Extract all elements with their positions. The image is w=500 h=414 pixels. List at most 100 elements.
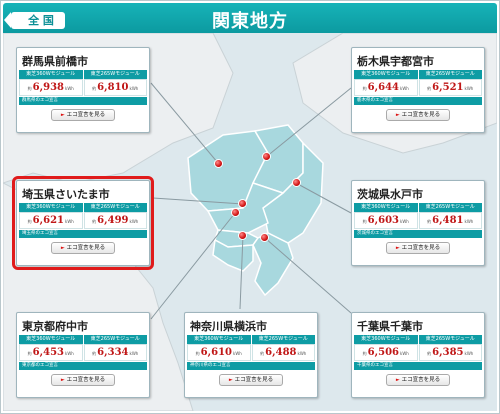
module-header-row: 東芝360Wモジュール 東芝265Wモジュール: [187, 335, 315, 344]
pin-utsunomiya[interactable]: [263, 153, 270, 160]
module-265-label: 東芝265Wモジュール: [83, 335, 147, 344]
page-title: 関東地方: [212, 11, 288, 32]
module-header-row: 東芝360Wモジュール 東芝265Wモジュール: [19, 70, 147, 79]
value-265-number: 6,521: [432, 82, 464, 93]
module-360-label: 東芝360Wモジュール: [354, 70, 418, 79]
pin-yokohama[interactable]: [239, 232, 246, 239]
pin-chiba[interactable]: [261, 234, 268, 241]
pin-saitama[interactable]: [239, 200, 246, 207]
value-prefix: 約: [362, 219, 367, 224]
value-360-number: 6,938: [32, 82, 64, 93]
view-eco-declaration-button[interactable]: ► エコ宣言を見る: [219, 374, 283, 386]
module-265-label: 東芝265Wモジュール: [418, 70, 482, 79]
city-card-yokohama: 神奈川県横浜市 東芝360Wモジュール 東芝265Wモジュール約 6,610 kWh 約 6…: [184, 312, 318, 398]
arrow-right-icon: ►: [395, 377, 400, 383]
generation-values-row: 約 6,644 kWh 約 6,521 kWh: [354, 79, 482, 96]
prefecture-eco-label: 千葉県のエコ宣言: [354, 362, 482, 370]
module-360-label: 東芝360Wモジュール: [187, 335, 251, 344]
pin-fuchu[interactable]: [232, 209, 239, 216]
value-unit: kWh: [464, 351, 474, 356]
value-360-number: 6,453: [32, 347, 64, 358]
value-265-number: 6,488: [265, 347, 297, 358]
button-label: エコ宣言を見る: [66, 112, 106, 118]
value-265-number: 6,481: [432, 215, 464, 226]
button-label: エコ宣言を見る: [401, 245, 441, 251]
value-265: 約 6,521 kWh: [418, 79, 482, 96]
value-prefix: 約: [27, 86, 32, 91]
value-265: 約 6,385 kWh: [418, 344, 482, 361]
value-360-number: 6,621: [32, 215, 64, 226]
value-360-number: 6,610: [200, 347, 232, 358]
chiba-region: [252, 232, 294, 297]
pin-maebashi[interactable]: [215, 160, 222, 167]
module-360-label: 東芝360Wモジュール: [19, 335, 83, 344]
button-label: エコ宣言を見る: [401, 112, 441, 118]
arrow-right-icon: ►: [60, 112, 65, 118]
module-265-label: 東芝265Wモジュール: [83, 70, 147, 79]
generation-values-row: 約 6,603 kWh 約 6,481 kWh: [354, 212, 482, 229]
module-360-label: 東芝360Wモジュール: [354, 335, 418, 344]
view-eco-declaration-button[interactable]: ► エコ宣言を見る: [386, 242, 450, 254]
module-360-label: 東芝360Wモジュール: [19, 70, 83, 79]
city-card-utsunomiya: 栃木県宇都宮市東芝360Wモジュール 東芝265Wモジュール約 6,644 kWh 約 6…: [351, 47, 485, 133]
generation-values-row: 約 6,453 kWh 約 6,334 kWh: [19, 344, 147, 361]
value-prefix: 約: [27, 219, 32, 224]
module-360-label: 東芝360Wモジュール: [354, 203, 418, 212]
pin-mito[interactable]: [293, 179, 300, 186]
generation-values-row: 約 6,938 kWh 約 6,810 kWh: [19, 79, 147, 96]
button-label: エコ宣言を見る: [66, 245, 106, 251]
value-360: 約 6,644 kWh: [354, 79, 418, 96]
city-title: 埼玉県さいたま市: [22, 188, 110, 201]
value-unit: kWh: [400, 219, 409, 224]
value-unit: kWh: [400, 86, 409, 91]
city-title: 東京都府中市: [22, 320, 88, 333]
value-prefix: 約: [427, 351, 432, 356]
button-label: エコ宣言を見る: [401, 377, 441, 383]
city-title: 神奈川県横浜市: [190, 320, 267, 333]
value-unit: kWh: [297, 351, 307, 356]
prefecture-eco-label: 東京都のエコ宣言: [19, 362, 147, 370]
arrow-right-icon: ►: [395, 112, 400, 118]
button-label: エコ宣言を見る: [66, 377, 106, 383]
value-360: 約 6,603 kWh: [354, 212, 418, 229]
arrow-right-icon: ►: [395, 245, 400, 251]
city-card-chiba: 千葉県千葉市 東芝360Wモジュール 東芝265Wモジュール約 6,506 kWh 約 6,…: [351, 312, 485, 398]
value-265-number: 6,334: [97, 347, 129, 358]
module-header-row: 東芝360Wモジュール 東芝265Wモジュール: [354, 203, 482, 212]
module-header-row: 東芝360Wモジュール 東芝265Wモジュール: [354, 70, 482, 79]
value-360-number: 6,603: [367, 215, 399, 226]
city-card-saitama: 埼玉県さいたま市 東芝360Wモジュール 東芝265Wモジュール約 6,621 kWh 約…: [12, 176, 154, 270]
module-header-row: 東芝360Wモジュール 東芝265Wモジュール: [354, 335, 482, 344]
value-360: 約 6,610 kWh: [187, 344, 251, 361]
city-title: 栃木県宇都宮市: [357, 55, 434, 68]
module-header-row: 東芝360Wモジュール 東芝265Wモジュール: [19, 335, 147, 344]
value-265-number: 6,810: [97, 82, 129, 93]
value-265-number: 6,499: [97, 215, 129, 226]
module-360-label: 東芝360Wモジュール: [19, 203, 83, 212]
value-prefix: 約: [92, 219, 97, 224]
view-eco-declaration-button[interactable]: ► エコ宣言を見る: [386, 109, 450, 121]
arrow-right-icon: ►: [60, 377, 65, 383]
region-header: 全 国 関東地方: [3, 3, 497, 33]
prefecture-eco-label: 群馬県のエコ宣言: [19, 97, 147, 105]
value-unit: kWh: [400, 351, 409, 356]
value-prefix: 約: [27, 351, 32, 356]
city-title: 群馬県前橋市: [22, 55, 88, 68]
value-prefix: 約: [92, 351, 97, 356]
view-eco-declaration-button[interactable]: ► エコ宣言を見る: [386, 374, 450, 386]
value-prefix: 約: [195, 351, 200, 356]
module-265-label: 東芝265Wモジュール: [418, 335, 482, 344]
view-eco-declaration-button[interactable]: ► エコ宣言を見る: [51, 374, 115, 386]
city-card-fuchu: 東京都府中市東芝360Wモジュール 東芝265Wモジュール約 6,453 kWh 約 6,…: [16, 312, 150, 398]
value-265: 約 6,488 kWh: [251, 344, 315, 361]
button-label: エコ宣言を見る: [234, 377, 274, 383]
arrow-right-icon: ►: [60, 245, 65, 251]
view-eco-declaration-button[interactable]: ► エコ宣言を見る: [51, 242, 115, 254]
module-header-row: 東芝360Wモジュール 東芝265Wモジュール: [19, 203, 147, 212]
value-265-number: 6,385: [432, 347, 464, 358]
city-card-maebashi: 群馬県前橋市東芝360Wモジュール 東芝265Wモジュール約 6,938 kWh 約 6,…: [16, 47, 150, 133]
value-prefix: 約: [92, 86, 97, 91]
value-265: 約 6,499 kWh: [83, 212, 147, 229]
value-unit: kWh: [233, 351, 242, 356]
view-eco-declaration-button[interactable]: ► エコ宣言を見る: [51, 109, 115, 121]
